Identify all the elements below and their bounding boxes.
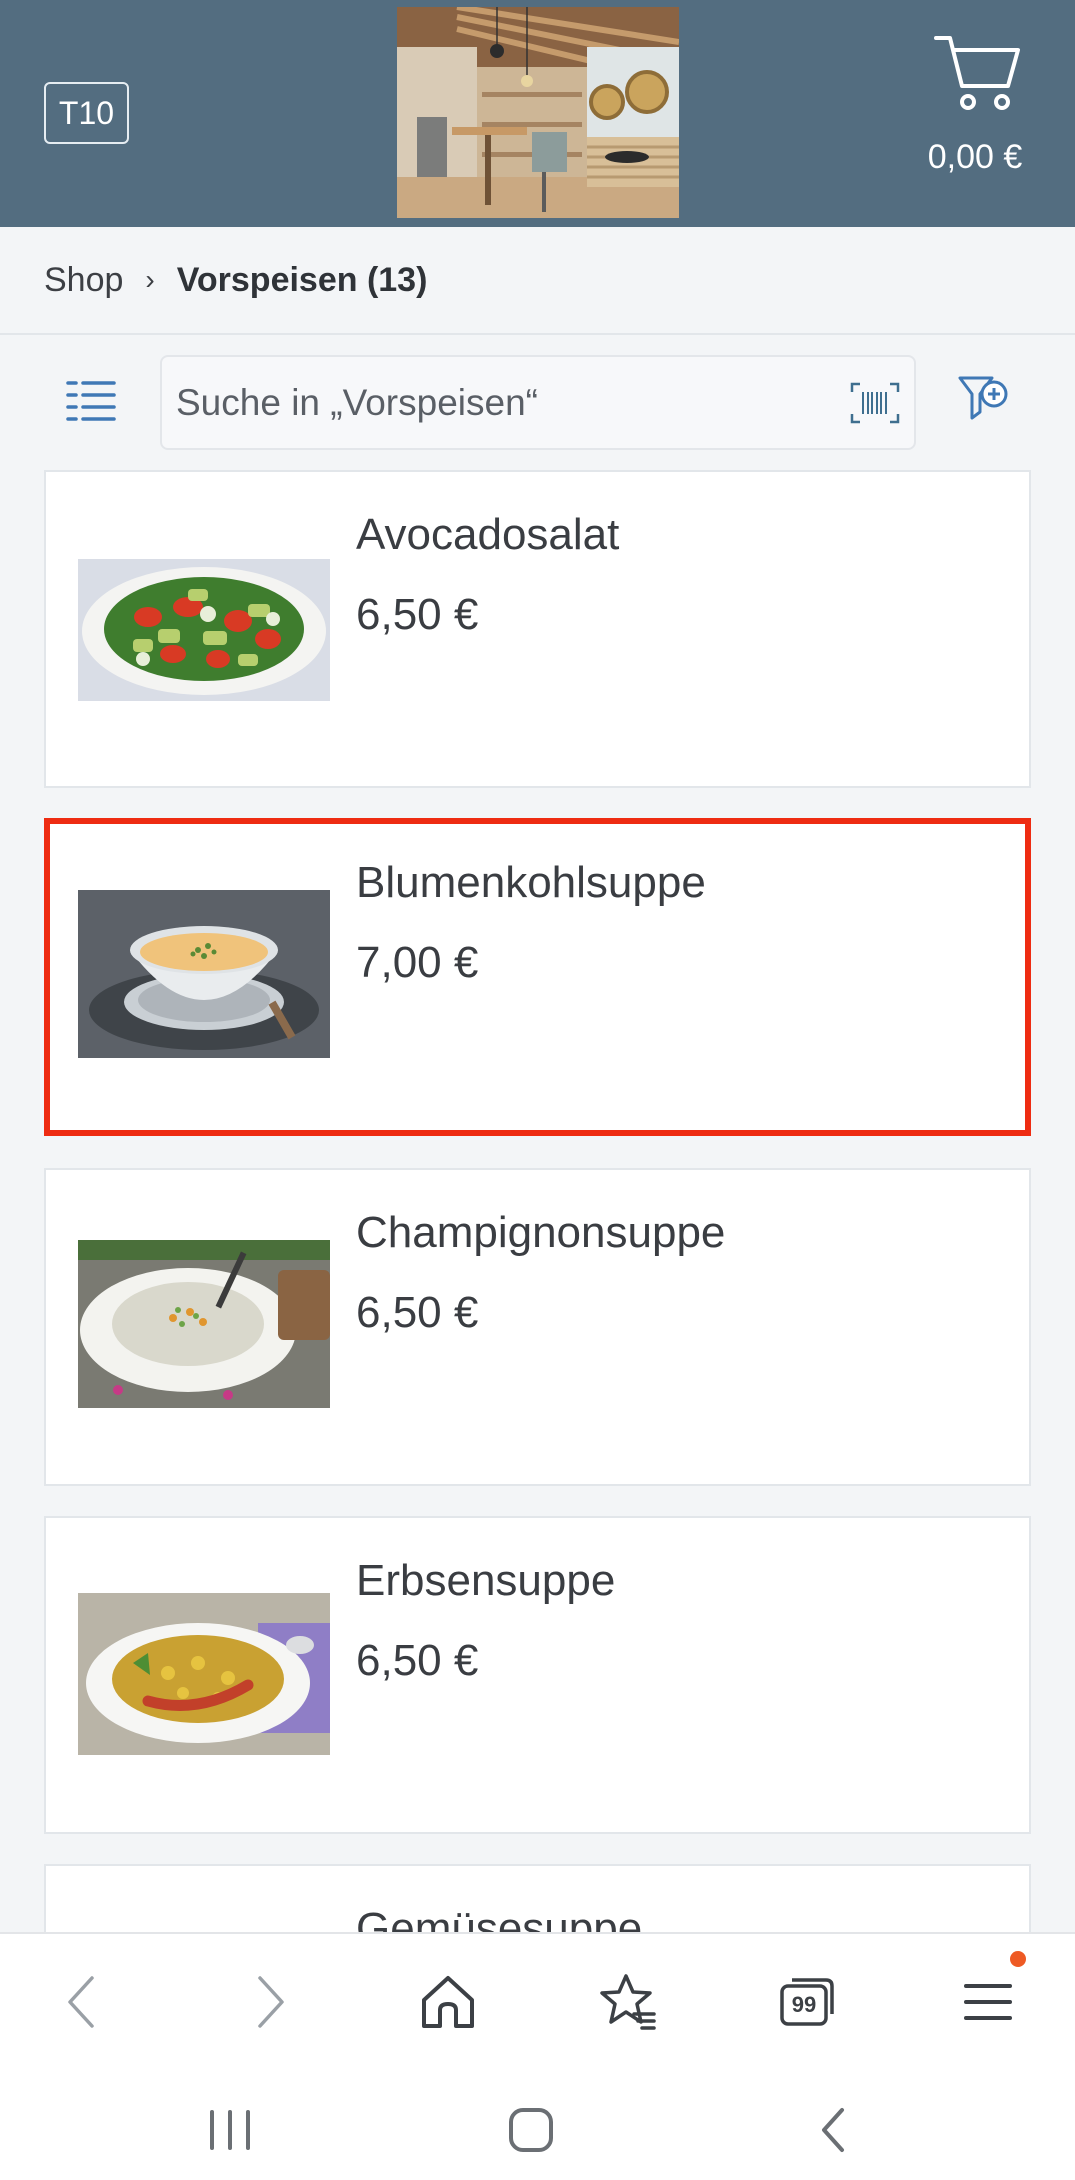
product-price: 6,50 € [356, 590, 479, 639]
tabs-count: 99 [791, 1992, 817, 2017]
product-name: Erbsensuppe [356, 1556, 616, 1605]
breadcrumb: Shop › Vorspeisen (13) [0, 227, 1075, 335]
menu-icon[interactable] [956, 1970, 1020, 2034]
forward-arrow-icon[interactable] [236, 1970, 300, 2034]
product-price: 6,50 € [356, 1288, 479, 1337]
product-name: Blumenkohlsuppe [356, 858, 706, 907]
cart-button[interactable]: 0,00 € [910, 30, 1040, 190]
search-input[interactable] [176, 357, 836, 448]
browser-toolbar: 99 [0, 1932, 1075, 2072]
home-button-icon[interactable] [501, 2100, 561, 2160]
barcode-scan-icon[interactable] [850, 382, 900, 424]
home-icon[interactable] [416, 1970, 480, 2034]
back-arrow-icon[interactable] [52, 1970, 116, 2034]
tabs-button[interactable]: 99 [776, 1970, 840, 2034]
table-badge[interactable]: T10 [44, 82, 129, 144]
product-name: Champignonsuppe [356, 1208, 726, 1257]
cart-icon [934, 36, 1020, 110]
search-box [160, 355, 916, 450]
product-name: Avocadosalat [356, 510, 620, 559]
breadcrumb-current: Vorspeisen (13) [176, 260, 428, 299]
cart-total: 0,00 € [927, 138, 1023, 176]
product-list: Avocadosalat 6,50 € Blumenkohlsuppe 7,00… [0, 470, 1075, 1932]
product-image [78, 559, 330, 701]
system-navigation-bar [0, 2072, 1075, 2180]
product-card[interactable]: Erbsensuppe 6,50 € [44, 1516, 1031, 1834]
list-view-icon[interactable] [66, 378, 116, 424]
product-name: Gemüsesuppe [356, 1904, 643, 1932]
recent-apps-icon[interactable] [200, 2100, 260, 2160]
product-card[interactable]: Avocadosalat 6,50 € [44, 470, 1031, 788]
breadcrumb-separator: › [145, 264, 155, 295]
product-card-highlighted[interactable]: Blumenkohlsuppe 7,00 € [44, 818, 1031, 1136]
bookmarks-icon[interactable] [596, 1970, 660, 2034]
restaurant-photo [397, 7, 679, 218]
product-image [78, 890, 330, 1058]
product-price: 6,50 € [356, 1636, 479, 1685]
product-card[interactable]: Champignonsuppe 6,50 € [44, 1168, 1031, 1486]
app-header: T10 0,00 € [0, 0, 1075, 227]
filter-add-icon[interactable] [958, 372, 1010, 424]
system-back-icon[interactable] [804, 2100, 864, 2160]
breadcrumb-shop[interactable]: Shop [44, 261, 123, 300]
product-image [78, 1240, 330, 1408]
product-image [78, 1593, 330, 1755]
notification-dot [1010, 1951, 1026, 1967]
product-price: 7,00 € [356, 938, 479, 987]
product-card[interactable]: Gemüsesuppe [44, 1864, 1031, 1932]
